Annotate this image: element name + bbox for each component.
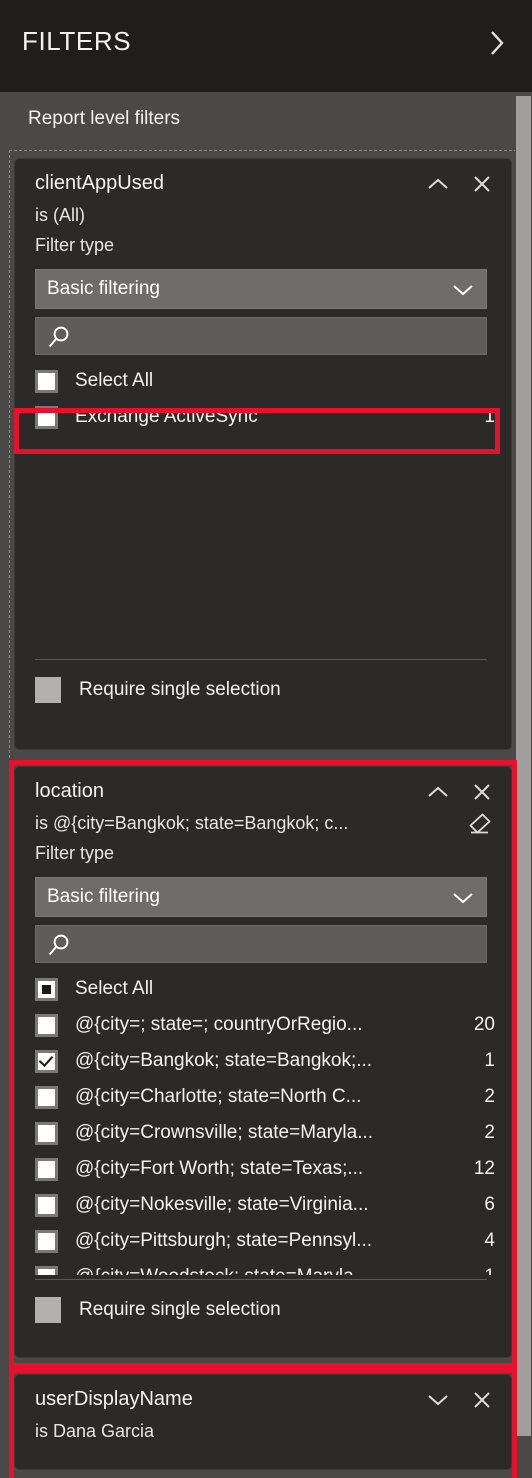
list-item-count: 1 [484, 1050, 495, 1071]
list-item[interactable]: @{city=Fort Worth; state=Texas;... 12 [35, 1151, 495, 1187]
checkbox-icon[interactable] [35, 1229, 58, 1253]
list-item[interactable]: @{city=Nokesville; state=Virginia... 6 [35, 1187, 495, 1223]
toggle-box-icon[interactable] [35, 677, 61, 703]
require-single-selection-toggle[interactable]: Require single selection [35, 1297, 281, 1323]
card-divider [35, 659, 487, 660]
checkbox-icon[interactable] [35, 369, 58, 393]
filter-card-clientAppUsed[interactable]: clientAppUsed is (All) Filter type Basic… [14, 158, 512, 750]
filter-type-label: Filter type [35, 843, 115, 863]
list-item-count: 1 [484, 406, 495, 427]
list-item-count: 1 [484, 1266, 495, 1275]
filter-type-value: Basic filtering [47, 278, 160, 299]
filter-card-title: userDisplayName [35, 1388, 193, 1410]
require-single-selection-toggle[interactable]: Require single selection [35, 677, 281, 703]
checkbox-icon[interactable] [35, 1193, 58, 1217]
page-title: FILTERS [22, 26, 132, 56]
list-item-label: @{city=Pittsburgh; state=Pennsyl... [75, 1230, 373, 1251]
list-item-label: @{city=Charlotte; state=North C... [75, 1086, 362, 1107]
list-item[interactable]: @{city=; state=; countryOrRegio... 20 [35, 1007, 495, 1043]
list-item-label: @{city=Bangkok; state=Bangkok;... [75, 1050, 373, 1071]
filter-type-label: Filter type [35, 235, 115, 255]
toggle-box-icon[interactable] [35, 1297, 61, 1323]
expand-card-button[interactable] [425, 1387, 451, 1413]
close-icon [474, 176, 490, 192]
collapse-pane-button[interactable] [476, 22, 518, 64]
collapse-card-button[interactable] [425, 779, 451, 805]
list-item-count: 2 [484, 1086, 495, 1107]
search-icon [48, 934, 69, 956]
filter-type-value: Basic filtering [47, 886, 160, 907]
list-item-label: @{city=Crownsville; state=Maryla... [75, 1122, 374, 1143]
list-item-count: 20 [473, 1014, 495, 1035]
filter-card-userDisplayName[interactable]: userDisplayName is Dana Garcia [14, 1374, 512, 1470]
chevron-down-icon [453, 893, 473, 904]
collapse-card-button[interactable] [425, 171, 451, 197]
close-icon [474, 1392, 490, 1408]
filter-card-actions [425, 1387, 495, 1413]
chevron-down-icon [453, 285, 473, 296]
checkbox-icon[interactable] [35, 1049, 58, 1073]
require-single-selection-label: Require single selection [79, 679, 281, 700]
checkbox-icon[interactable] [35, 1265, 58, 1275]
checkbox-icon[interactable] [35, 977, 58, 1001]
filter-values-list: Select All Exchange ActiveSync 1 [35, 363, 495, 435]
list-item-label: Exchange ActiveSync [75, 406, 258, 427]
list-item-label: @{city=; state=; countryOrRegio... [75, 1014, 363, 1035]
chevron-up-icon [428, 786, 448, 797]
list-item-count: 2 [484, 1122, 495, 1143]
list-item[interactable]: @{city=Pittsburgh; state=Pennsyl... 4 [35, 1223, 495, 1259]
list-item[interactable]: @{city=Charlotte; state=North C... 2 [35, 1079, 495, 1115]
chevron-up-icon [428, 178, 448, 189]
search-icon [48, 326, 69, 348]
list-item-select-all[interactable]: Select All [35, 971, 495, 1007]
list-item-count: 12 [473, 1158, 495, 1179]
chevron-down-icon [428, 1395, 448, 1406]
require-single-selection-label: Require single selection [79, 1299, 281, 1320]
list-item[interactable]: @{city=Crownsville; state=Maryla... 2 [35, 1115, 495, 1151]
card-divider [35, 1279, 487, 1280]
filters-pane: FILTERS Report level filters clientAppUs… [0, 0, 532, 1478]
filter-card-title: clientAppUsed [35, 172, 164, 194]
list-item[interactable]: @{city=Bangkok; state=Bangkok;... 1 [35, 1043, 495, 1079]
list-item-label: Select All [75, 370, 154, 391]
search-input[interactable] [35, 317, 487, 355]
list-item-count: 6 [484, 1194, 495, 1215]
remove-filter-button[interactable] [469, 779, 495, 805]
filter-condition-text: is Dana Garcia [35, 1421, 155, 1441]
list-item-label: @{city=Woodstock; state=Maryla... [75, 1266, 476, 1275]
list-item[interactable]: Exchange ActiveSync 1 [35, 399, 495, 435]
list-item-label: @{city=Nokesville; state=Virginia... [75, 1194, 369, 1215]
filter-condition-text: is @{city=Bangkok; state=Bangkok; c... [35, 813, 349, 833]
filter-card-title: location [35, 780, 104, 802]
list-item-label: Select All [75, 978, 154, 999]
clear-filter-button[interactable] [465, 811, 493, 837]
remove-filter-button[interactable] [469, 1387, 495, 1413]
filter-values-list: Select All @{city=; state=; countryOrReg… [35, 971, 495, 1275]
checkbox-icon[interactable] [35, 1085, 58, 1109]
filters-scroll-area[interactable]: Report level filters clientAppUsed is (A… [0, 92, 532, 1478]
filter-type-dropdown[interactable]: Basic filtering [35, 877, 487, 917]
list-item-label: @{city=Fort Worth; state=Texas;... [75, 1158, 364, 1179]
search-input[interactable] [35, 925, 487, 963]
eraser-icon [469, 813, 491, 834]
filter-card-actions [425, 171, 495, 197]
filter-card-location[interactable]: location is @{city=Bangkok; state=Bangko… [14, 766, 512, 1358]
checkbox-icon[interactable] [35, 1013, 58, 1037]
checkbox-icon[interactable] [35, 1121, 58, 1145]
chevron-right-icon [491, 31, 504, 55]
list-item-select-all[interactable]: Select All [35, 363, 495, 399]
list-item-count: 4 [484, 1230, 495, 1251]
close-icon [474, 784, 490, 800]
list-item[interactable]: @{city=Woodstock; state=Maryla... 1 [35, 1259, 495, 1275]
filter-type-dropdown[interactable]: Basic filtering [35, 269, 487, 309]
filter-condition-text: is (All) [35, 205, 85, 225]
filters-pane-header: FILTERS [0, 0, 532, 92]
filter-card-actions [425, 779, 495, 805]
vertical-scrollbar-thumb[interactable] [516, 96, 531, 1436]
checkbox-icon[interactable] [35, 1157, 58, 1181]
remove-filter-button[interactable] [469, 171, 495, 197]
filter-values-scroll[interactable]: Select All @{city=; state=; countryOrReg… [35, 971, 495, 1275]
report-level-filters-label: Report level filters [28, 108, 181, 129]
checkbox-icon[interactable] [35, 405, 58, 429]
